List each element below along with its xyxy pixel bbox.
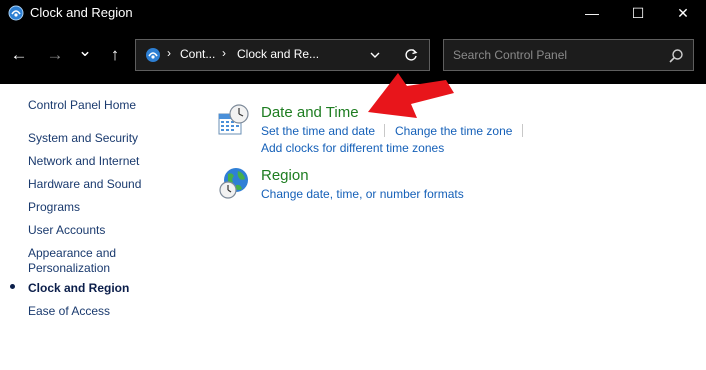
sidebar-item-clock-and-region: Clock and Region <box>28 281 130 295</box>
sidebar-item-network-and-internet[interactable]: Network and Internet <box>28 154 139 168</box>
back-button[interactable]: ← <box>8 44 30 66</box>
recent-locations-button[interactable]: ⌄ <box>74 40 96 62</box>
breadcrumb-control-panel[interactable]: Cont... <box>180 47 215 61</box>
add-clocks-link[interactable]: Add clocks for different time zones <box>261 141 444 155</box>
current-item-bullet <box>10 284 15 289</box>
window-title: Clock and Region <box>30 5 133 20</box>
search-box[interactable]: Search Control Panel <box>443 39 694 71</box>
sidebar-item-ease-of-access[interactable]: Ease of Access <box>28 304 110 318</box>
sidebar-home-link[interactable]: Control Panel Home <box>28 98 136 112</box>
up-button[interactable]: ↑ <box>104 44 126 66</box>
date-and-time-icon[interactable] <box>218 104 250 136</box>
sidebar-item-user-accounts[interactable]: User Accounts <box>28 223 105 237</box>
control-panel-icon <box>146 48 160 62</box>
sidebar-item-personalization[interactable]: Personalization <box>28 261 110 275</box>
address-bar[interactable]: › Cont... › Clock and Re... <box>135 39 430 71</box>
chevron-down-icon[interactable] <box>368 47 382 63</box>
breadcrumb-separator[interactable]: › <box>167 46 171 60</box>
region-globe-icon[interactable] <box>218 167 250 199</box>
region-title[interactable]: Region <box>261 167 309 184</box>
search-icon[interactable] <box>668 48 684 64</box>
minimize-button[interactable]: — <box>569 0 615 26</box>
control-panel-icon <box>8 5 24 21</box>
breadcrumb-clock-and-region[interactable]: Clock and Re... <box>237 47 319 61</box>
refresh-icon[interactable] <box>402 46 420 64</box>
change-time-zone-link[interactable]: Change the time zone <box>395 124 512 138</box>
set-time-and-date-link[interactable]: Set the time and date <box>261 124 375 138</box>
search-input[interactable]: Search Control Panel <box>453 48 567 62</box>
date-and-time-title[interactable]: Date and Time <box>261 104 359 121</box>
sidebar-item-hardware-and-sound[interactable]: Hardware and Sound <box>28 177 141 191</box>
forward-button[interactable]: → <box>44 44 66 66</box>
link-separator <box>384 124 385 137</box>
maximize-button[interactable]: ☐ <box>615 0 661 26</box>
sidebar-item-programs[interactable]: Programs <box>28 200 80 214</box>
close-button[interactable]: ✕ <box>660 0 706 26</box>
sidebar-item-system-and-security[interactable]: System and Security <box>28 131 138 145</box>
title-bar: Clock and Region — ☐ ✕ <box>0 0 706 26</box>
link-separator <box>522 124 523 137</box>
sidebar-item-appearance[interactable]: Appearance and <box>28 246 116 260</box>
breadcrumb-separator[interactable]: › <box>222 46 226 60</box>
change-formats-link[interactable]: Change date, time, or number formats <box>261 187 464 201</box>
